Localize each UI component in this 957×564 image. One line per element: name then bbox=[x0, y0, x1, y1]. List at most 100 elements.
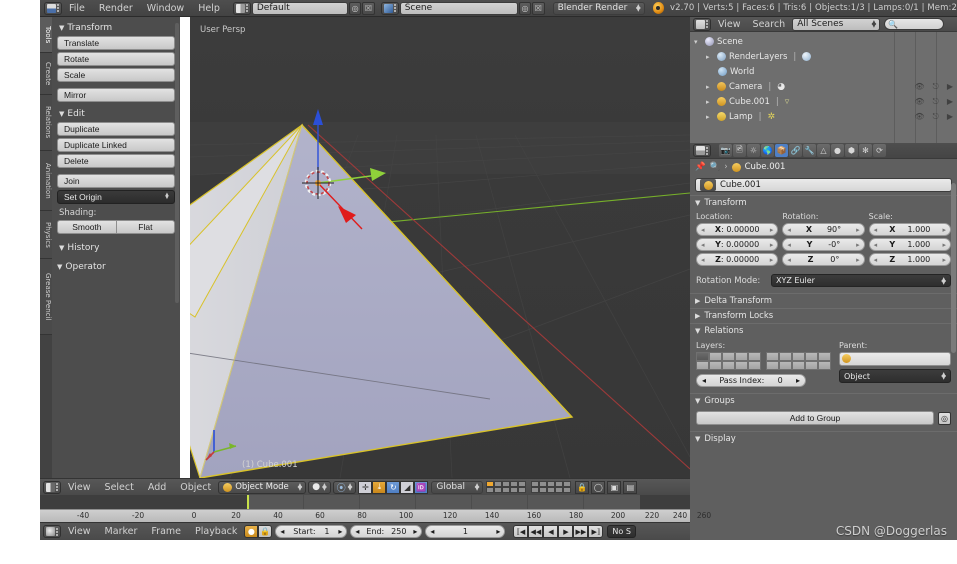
lock-camera-icon[interactable]: 🔒 bbox=[575, 480, 590, 494]
prev-keyframe-icon[interactable]: ◀◀ bbox=[528, 525, 544, 538]
manipulator-scale-icon[interactable]: ◢ bbox=[400, 480, 415, 494]
tab-physics[interactable]: Physics bbox=[40, 211, 52, 259]
manipulator-rotate-icon[interactable]: ↻ bbox=[386, 480, 401, 494]
menu-file[interactable]: File bbox=[62, 0, 92, 16]
mirror-button[interactable]: Mirror bbox=[57, 88, 175, 102]
cursor-select-icon[interactable]: ⎋ bbox=[933, 112, 939, 122]
properties-tab-constraints[interactable]: 🔗 bbox=[789, 144, 802, 157]
menu-help[interactable]: Help bbox=[191, 0, 227, 16]
properties-tab-scene[interactable]: ☼ bbox=[747, 144, 760, 157]
expander-icon[interactable]: ▸ bbox=[706, 53, 714, 61]
expander-icon[interactable]: ▾ bbox=[694, 38, 702, 46]
properties-scrollbar[interactable] bbox=[951, 183, 956, 353]
rotate-button[interactable]: Rotate bbox=[57, 52, 175, 66]
pin-icon[interactable]: 📌 bbox=[695, 162, 706, 172]
timeline-ruler[interactable]: -40 -20 0 20 40 60 80 100 120 140 160 18… bbox=[40, 509, 711, 522]
menu-render[interactable]: Render bbox=[92, 0, 140, 16]
properties-tab-object[interactable]: 📦 bbox=[775, 144, 788, 157]
expander-icon[interactable]: ▸ bbox=[706, 98, 714, 106]
viewport-menu-select[interactable]: Select bbox=[98, 479, 141, 495]
group-browse-icon[interactable]: ◎ bbox=[938, 411, 951, 425]
editor-type-icon[interactable] bbox=[44, 1, 62, 15]
translate-button[interactable]: Translate bbox=[57, 36, 175, 50]
3d-viewport[interactable]: User Persp (1) Cube.001 bbox=[190, 17, 690, 478]
current-frame-field[interactable]: ◂ 1 ▸ bbox=[425, 525, 506, 538]
layer-grid-left[interactable] bbox=[696, 352, 761, 370]
timeline-menu-view[interactable]: View bbox=[61, 523, 98, 540]
tab-animation[interactable]: Animation bbox=[40, 151, 52, 211]
browse-icon[interactable]: 🔍 bbox=[710, 162, 721, 172]
rotation-mode-dropdown[interactable]: XYZ Euler ▲ ▼ bbox=[771, 274, 951, 287]
frame-end-field[interactable]: ◂ End: 250 ▸ bbox=[350, 525, 423, 538]
scene-dropdown[interactable]: Scene bbox=[399, 1, 518, 15]
object-name-field[interactable]: Cube.001 bbox=[695, 178, 952, 192]
play-icon[interactable]: ▶ bbox=[558, 525, 574, 538]
join-button[interactable]: Join bbox=[57, 174, 175, 188]
scale-button[interactable]: Scale bbox=[57, 68, 175, 82]
cursor-select-icon[interactable]: ⎋ bbox=[933, 82, 939, 92]
play-reverse-icon[interactable]: ◀ bbox=[543, 525, 559, 538]
outliner-menu-search[interactable]: Search bbox=[748, 17, 791, 32]
texture-solid-icon[interactable]: ▤ bbox=[623, 480, 638, 494]
add-to-group-button[interactable]: Add to Group bbox=[696, 411, 934, 425]
outliner-row-lamp[interactable]: ▸ Lamp | ✲ 👁 ⎋ ▶ bbox=[690, 109, 957, 124]
section-edit-header[interactable]: ▼ Edit bbox=[57, 107, 175, 122]
properties-tab-material[interactable]: ● bbox=[831, 144, 844, 157]
jump-start-icon[interactable]: ⟦◀ bbox=[513, 525, 529, 538]
tool-panel-scrollbar[interactable] bbox=[175, 23, 179, 303]
scene-layers-right[interactable] bbox=[531, 481, 572, 493]
section-operator-header[interactable]: ▼ Operator bbox=[57, 260, 175, 275]
sync-mode-dropdown[interactable]: No S bbox=[607, 525, 636, 538]
section-relations-header[interactable]: ▼ Relations bbox=[690, 323, 957, 338]
manipulator-toggle-icon[interactable]: ✛ bbox=[358, 480, 373, 494]
render-engine-dropdown[interactable]: Blender Render ▲ ▼ bbox=[552, 1, 645, 15]
eye-icon[interactable]: 👁 bbox=[914, 82, 924, 91]
timeline-menu-playback[interactable]: Playback bbox=[188, 523, 244, 540]
properties-editor-type-icon[interactable] bbox=[693, 144, 711, 157]
outliner-row-cube001[interactable]: ▸ Cube.001 | ▿ 👁 ⎋ ▶ bbox=[690, 94, 957, 109]
timeline-menu-marker[interactable]: Marker bbox=[98, 523, 145, 540]
menu-window[interactable]: Window bbox=[140, 0, 191, 16]
properties-tab-data[interactable]: △ bbox=[817, 144, 830, 157]
add-scene-icon[interactable]: ◎ bbox=[518, 1, 532, 15]
properties-tab-physics[interactable]: ⟳ bbox=[873, 144, 886, 157]
section-display-header[interactable]: ▼ Display bbox=[690, 431, 957, 446]
render-camera-icon[interactable]: ▶ bbox=[947, 97, 953, 106]
duplicate-linked-button[interactable]: Duplicate Linked bbox=[57, 138, 175, 152]
section-transform-locks-header[interactable]: ▶ Transform Locks bbox=[690, 308, 957, 323]
rotation-z-field[interactable]: ◂ Z 0° ▸ bbox=[782, 253, 865, 266]
delete-button[interactable]: Delete bbox=[57, 154, 175, 168]
timeline-playhead[interactable] bbox=[247, 495, 249, 509]
keying-set-icon[interactable]: 🔒 bbox=[258, 525, 273, 538]
viewport-menu-view[interactable]: View bbox=[61, 479, 98, 495]
set-origin-dropdown[interactable]: Set Origin ▲ ▼ bbox=[57, 190, 175, 204]
delete-scene-icon[interactable]: ☒ bbox=[532, 1, 545, 15]
location-x-field[interactable]: ◂ X: 0.00000 ▸ bbox=[696, 223, 779, 236]
properties-tab-render-layers[interactable]: 🖻 bbox=[733, 144, 746, 157]
expander-icon[interactable]: ▸ bbox=[706, 83, 714, 91]
cursor-select-icon[interactable]: ⎋ bbox=[933, 97, 939, 107]
expander-icon[interactable]: ▸ bbox=[706, 113, 714, 121]
outliner-row-camera[interactable]: ▸ Camera | ◕ 👁 ⎋ ▶ bbox=[690, 79, 957, 94]
viewport-shading-dropdown[interactable]: ● ▲ ▼ bbox=[308, 480, 331, 494]
scene-layers-left[interactable] bbox=[486, 481, 527, 493]
timeline-track[interactable] bbox=[40, 495, 690, 509]
section-groups-header[interactable]: ▼ Groups bbox=[690, 393, 957, 408]
scale-y-field[interactable]: ◂ Y 1.000 ▸ bbox=[868, 238, 951, 251]
outliner-editor-type-icon[interactable] bbox=[693, 17, 711, 31]
location-y-field[interactable]: ◂ Y: 0.00000 ▸ bbox=[696, 238, 779, 251]
section-transform-header[interactable]: ▼ Transform bbox=[690, 195, 957, 210]
pivot-point-dropdown[interactable]: ⦿ ▲ ▼ bbox=[332, 480, 357, 494]
outliner-row-renderlayers[interactable]: ▸ RenderLayers | bbox=[690, 49, 957, 64]
scale-x-field[interactable]: ◂ X 1.000 ▸ bbox=[868, 223, 951, 236]
properties-tab-world[interactable]: 🌎 bbox=[761, 144, 774, 157]
outliner-search-input[interactable]: 🔍 bbox=[884, 18, 945, 30]
tab-grease-pencil[interactable]: Grease Pencil bbox=[40, 259, 52, 335]
screen-layout-dropdown[interactable]: Default bbox=[251, 1, 348, 15]
section-delta-transform-header[interactable]: ▶ Delta Transform bbox=[690, 293, 957, 308]
scale-z-field[interactable]: ◂ Z 1.000 ▸ bbox=[868, 253, 951, 266]
next-keyframe-icon[interactable]: ▶▶ bbox=[573, 525, 589, 538]
viewport-editor-type-icon[interactable] bbox=[43, 480, 61, 494]
screen-layout-icon[interactable] bbox=[232, 1, 251, 15]
manipulator-translate-icon[interactable]: ⤓ bbox=[372, 480, 387, 494]
